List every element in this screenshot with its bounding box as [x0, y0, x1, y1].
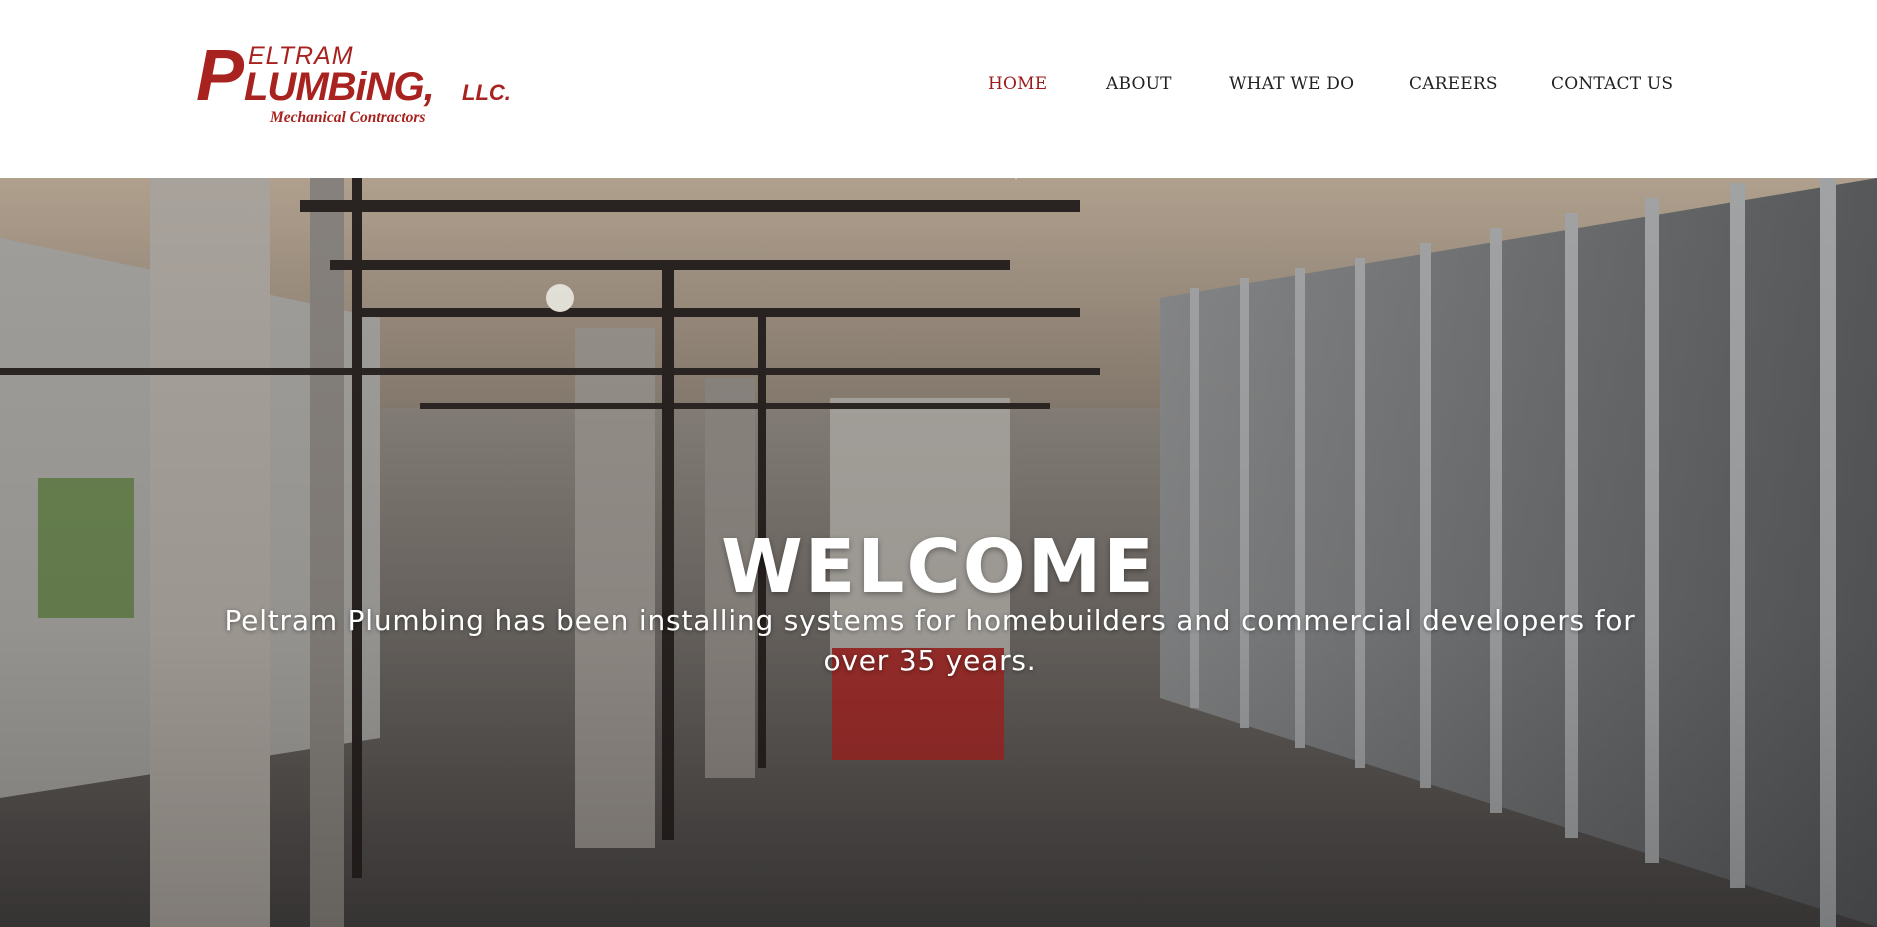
hero-section: WELCOME Peltram Plumbing has been instal…: [0, 178, 1877, 927]
nav-about[interactable]: ABOUT: [1106, 74, 1172, 94]
main-nav: HOME ABOUT WHAT WE DO CAREERS CONTACT US: [0, 0, 1877, 178]
nav-careers[interactable]: CAREERS: [1409, 74, 1498, 94]
nav-what-we-do[interactable]: WHAT WE DO: [1229, 74, 1354, 94]
nav-contact-us[interactable]: CONTACT US: [1551, 74, 1673, 94]
site-header: P ELTRAM LUMBiNG, LLC. Mechanical Contra…: [0, 0, 1877, 178]
active-nav-pointer: [1006, 170, 1026, 179]
nav-home[interactable]: HOME: [988, 74, 1047, 94]
hero-title: WELCOME: [721, 523, 1156, 610]
hero-subtitle: Peltram Plumbing has been installing sys…: [224, 604, 1636, 677]
